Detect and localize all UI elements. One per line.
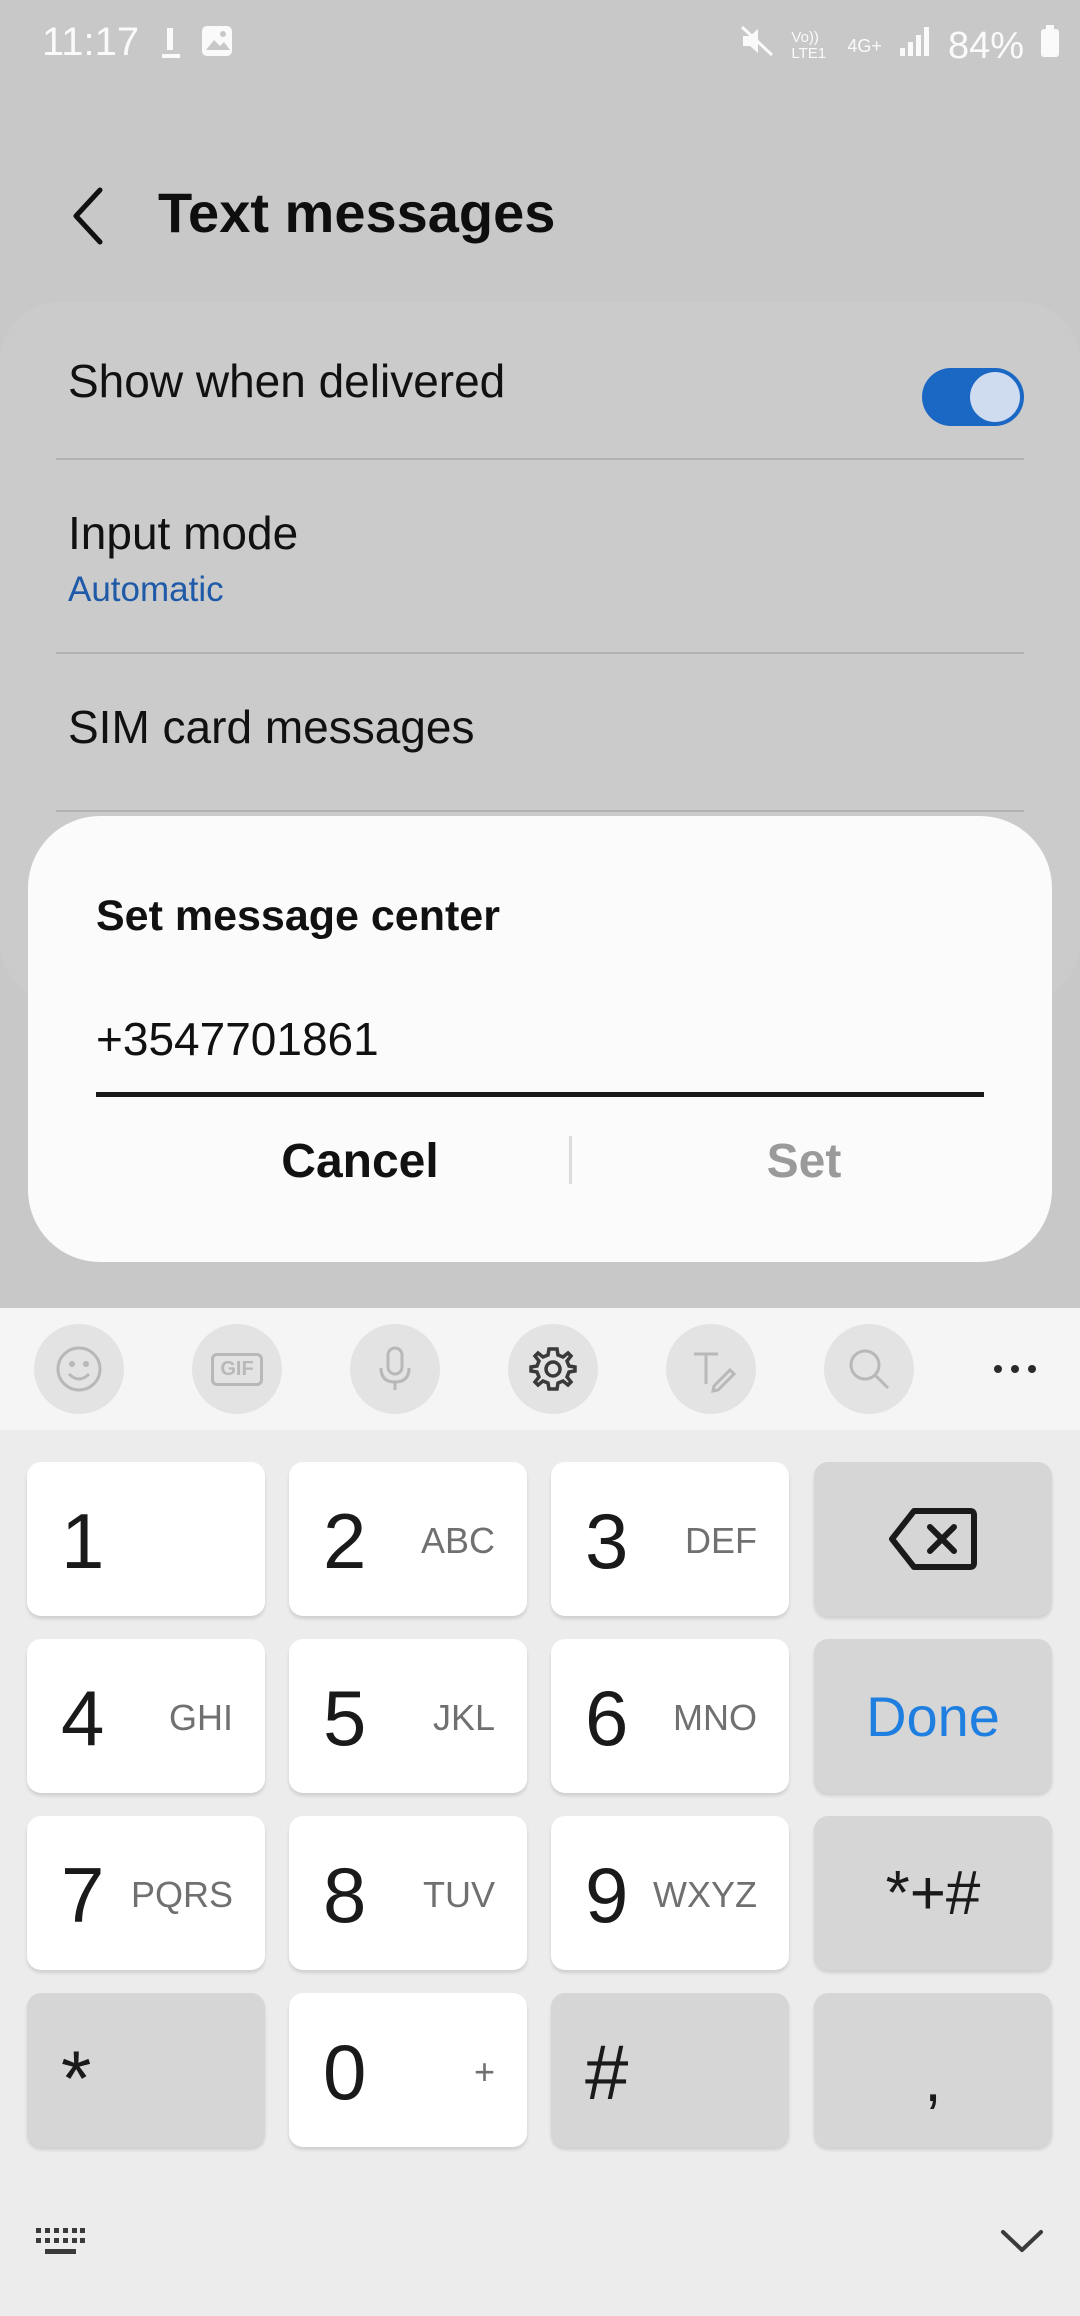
key-star[interactable]: * <box>27 1993 265 2147</box>
divider <box>56 458 1024 460</box>
setting-show-delivered[interactable]: Show when delivered <box>56 322 1024 462</box>
keyboard-bottom-bar <box>0 2188 1080 2316</box>
backspace-icon <box>889 1508 977 1570</box>
key-7[interactable]: 7 PQRS <box>27 1816 265 1970</box>
keyboard-icon <box>36 2228 85 2254</box>
download-icon <box>160 24 182 69</box>
hide-keyboard-button[interactable] <box>990 2210 1054 2274</box>
key-3[interactable]: 3 DEF <box>551 1462 789 1616</box>
key-digit: 6 <box>585 1674 629 1762</box>
key-2[interactable]: 2 ABC <box>289 1462 527 1616</box>
back-button[interactable] <box>58 178 118 254</box>
key-letters: + <box>473 2051 495 2092</box>
keyboard-toolbar: GIF <box>0 1308 1080 1430</box>
status-time: 11:17 <box>42 20 140 64</box>
setting-label: SIM card messages <box>68 701 475 753</box>
key-digit: 8 <box>323 1851 367 1939</box>
setting-label: Show when delivered <box>68 355 506 407</box>
keyboard-switch-button[interactable] <box>28 2210 92 2274</box>
setting-sim-messages[interactable]: SIM card messages <box>56 666 1024 816</box>
volte-label: Vo)) LTE1 <box>791 29 827 62</box>
image-icon <box>200 24 234 63</box>
divider <box>56 652 1024 654</box>
battery-icon <box>1040 24 1060 68</box>
gif-icon[interactable]: GIF <box>192 1324 282 1414</box>
comma-label: , <box>924 2045 942 2115</box>
search-icon[interactable] <box>824 1324 914 1414</box>
dialog-title: Set message center <box>96 892 500 940</box>
key-letters: PQRS <box>130 1874 233 1915</box>
app-bar: Text messages <box>0 150 1080 280</box>
dialog-buttons: Cancel Set <box>28 1116 1052 1206</box>
key-digit: 0 <box>323 2028 367 2116</box>
symbols-label: *+# <box>885 1858 981 1928</box>
symbols-key[interactable]: *+# <box>814 1816 1052 1970</box>
key-digit: 4 <box>61 1674 105 1762</box>
key-4[interactable]: 4 GHI <box>27 1639 265 1793</box>
button-separator <box>569 1136 572 1184</box>
key-digit: 5 <box>323 1674 367 1762</box>
key-1[interactable]: 1 <box>27 1462 265 1616</box>
toggle-knob <box>970 372 1020 422</box>
handwriting-icon[interactable] <box>666 1324 756 1414</box>
key-letters: TUV <box>423 1874 495 1915</box>
key-letters: DEF <box>685 1520 757 1561</box>
key-letters: GHI <box>168 1697 233 1738</box>
keyboard: GIF 1 2 ABC 3 DEF 4 GHI 5 JKL 6 MNO Done… <box>0 1308 1080 2316</box>
page-title: Text messages <box>158 181 556 244</box>
mute-icon <box>739 23 775 69</box>
setting-value: Automatic <box>68 570 224 609</box>
network-type: 4G+ <box>847 35 882 56</box>
comma-key[interactable]: , <box>814 1993 1052 2147</box>
gif-label: GIF <box>211 1352 263 1386</box>
key-8[interactable]: 8 TUV <box>289 1816 527 1970</box>
show-delivered-toggle[interactable] <box>922 368 1024 426</box>
key-digit: 2 <box>323 1497 367 1585</box>
key-digit: 7 <box>61 1851 105 1939</box>
key-digit: 9 <box>585 1851 629 1939</box>
backspace-key[interactable] <box>814 1462 1052 1616</box>
key-letters: ABC <box>420 1520 495 1561</box>
message-center-dialog: Set message center +3547701861 Cancel Se… <box>28 816 1052 1262</box>
key-digit: 1 <box>61 1497 105 1585</box>
signal-icon <box>898 24 932 68</box>
chevron-down-icon <box>1001 2230 1043 2252</box>
key-letters: WXYZ <box>653 1874 757 1915</box>
microphone-icon[interactable] <box>350 1324 440 1414</box>
key-9[interactable]: 9 WXYZ <box>551 1816 789 1970</box>
setting-input-mode[interactable]: Input mode Automatic <box>56 472 1024 652</box>
key-digit: 3 <box>585 1497 629 1585</box>
key-0[interactable]: 0 + <box>289 1993 527 2147</box>
input-value: +3547701861 <box>96 1013 379 1065</box>
settings-icon[interactable] <box>508 1324 598 1414</box>
key-letters: JKL <box>432 1697 495 1738</box>
key-hash[interactable]: # <box>551 1993 789 2147</box>
back-arrow-icon <box>73 187 103 245</box>
cancel-button[interactable]: Cancel <box>140 1116 580 1206</box>
battery-percent: 84% <box>947 24 1024 67</box>
set-button[interactable]: Set <box>584 1116 1024 1206</box>
key-digit: * <box>61 2034 92 2122</box>
done-key[interactable]: Done <box>814 1639 1052 1793</box>
done-label: Done <box>866 1684 1000 1748</box>
divider <box>56 810 1024 812</box>
more-icon[interactable] <box>970 1324 1060 1414</box>
message-center-input[interactable]: +3547701861 <box>96 1006 984 1097</box>
key-6[interactable]: 6 MNO <box>551 1639 789 1793</box>
setting-label: Input mode <box>68 507 299 559</box>
key-letters: MNO <box>673 1697 757 1738</box>
emoji-icon[interactable] <box>34 1324 124 1414</box>
key-digit: # <box>585 2028 629 2116</box>
status-bar: 11:17 Vo)) LTE1 4G+ 84% <box>0 0 1080 92</box>
key-5[interactable]: 5 JKL <box>289 1639 527 1793</box>
